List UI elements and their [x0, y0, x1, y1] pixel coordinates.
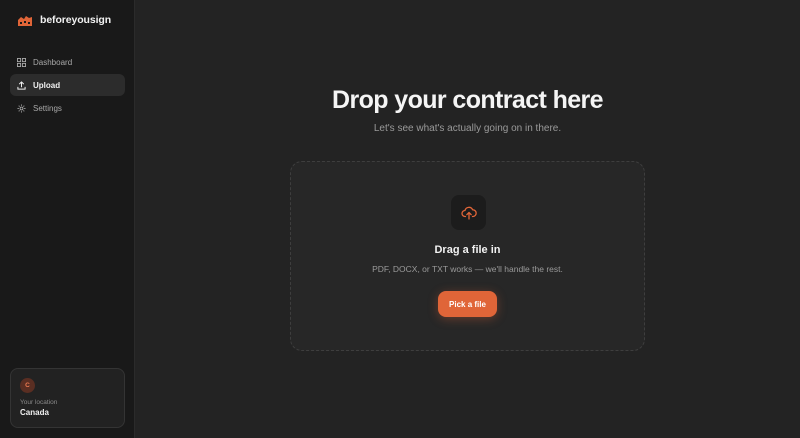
upload-badge — [451, 195, 486, 230]
pick-file-button[interactable]: Pick a file — [438, 291, 497, 317]
sidebar-item-upload[interactable]: Upload — [10, 74, 125, 96]
location-card[interactable]: C Your location Canada — [10, 368, 125, 428]
avatar: C — [20, 378, 35, 393]
gear-icon — [17, 104, 26, 112]
main-content: Drop your contract here Let's see what's… — [135, 0, 800, 438]
sidebar-item-label: Upload — [33, 80, 61, 90]
sidebar-item-label: Dashboard — [33, 57, 73, 67]
cloud-upload-icon — [460, 206, 477, 220]
sidebar: beforeyousign Dashboard Upload Settings … — [0, 0, 135, 438]
sidebar-item-label: Settings — [33, 103, 62, 113]
building-logo-icon — [18, 16, 32, 26]
sidebar-nav: Dashboard Upload Settings — [10, 51, 125, 120]
sidebar-item-dashboard[interactable]: Dashboard — [10, 51, 125, 73]
file-dropzone[interactable]: Drag a file in PDF, DOCX, or TXT works —… — [290, 161, 645, 351]
grid-icon — [17, 57, 26, 67]
page-subtitle: Let's see what's actually going on in th… — [373, 123, 562, 134]
location-caption: Your location — [20, 399, 58, 406]
location-value: Canada — [20, 408, 49, 417]
sidebar-item-settings[interactable]: Settings — [10, 97, 125, 119]
upload-icon — [17, 80, 26, 90]
dropzone-title: Drag a file in — [434, 244, 501, 256]
brand-name: beforeyousign — [40, 14, 112, 26]
app-window: beforeyousign Dashboard Upload Settings … — [0, 0, 800, 438]
page-title: Drop your contract here — [332, 86, 604, 114]
dropzone-hint: PDF, DOCX, or TXT works — we'll handle t… — [372, 264, 563, 274]
brand[interactable]: beforeyousign — [17, 13, 111, 27]
